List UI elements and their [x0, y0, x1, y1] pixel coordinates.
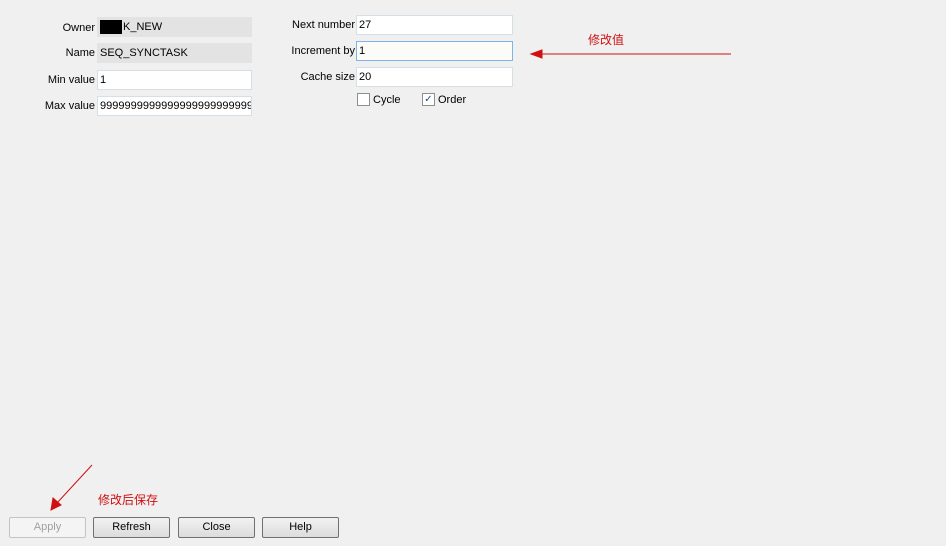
save-after-modify-annotation: 修改后保存	[98, 493, 159, 507]
arrow-to-apply	[50, 464, 93, 511]
arrow-to-increment	[529, 49, 731, 59]
annotation-arrows	[50, 49, 731, 511]
modify-value-annotation: 修改值	[588, 33, 625, 47]
